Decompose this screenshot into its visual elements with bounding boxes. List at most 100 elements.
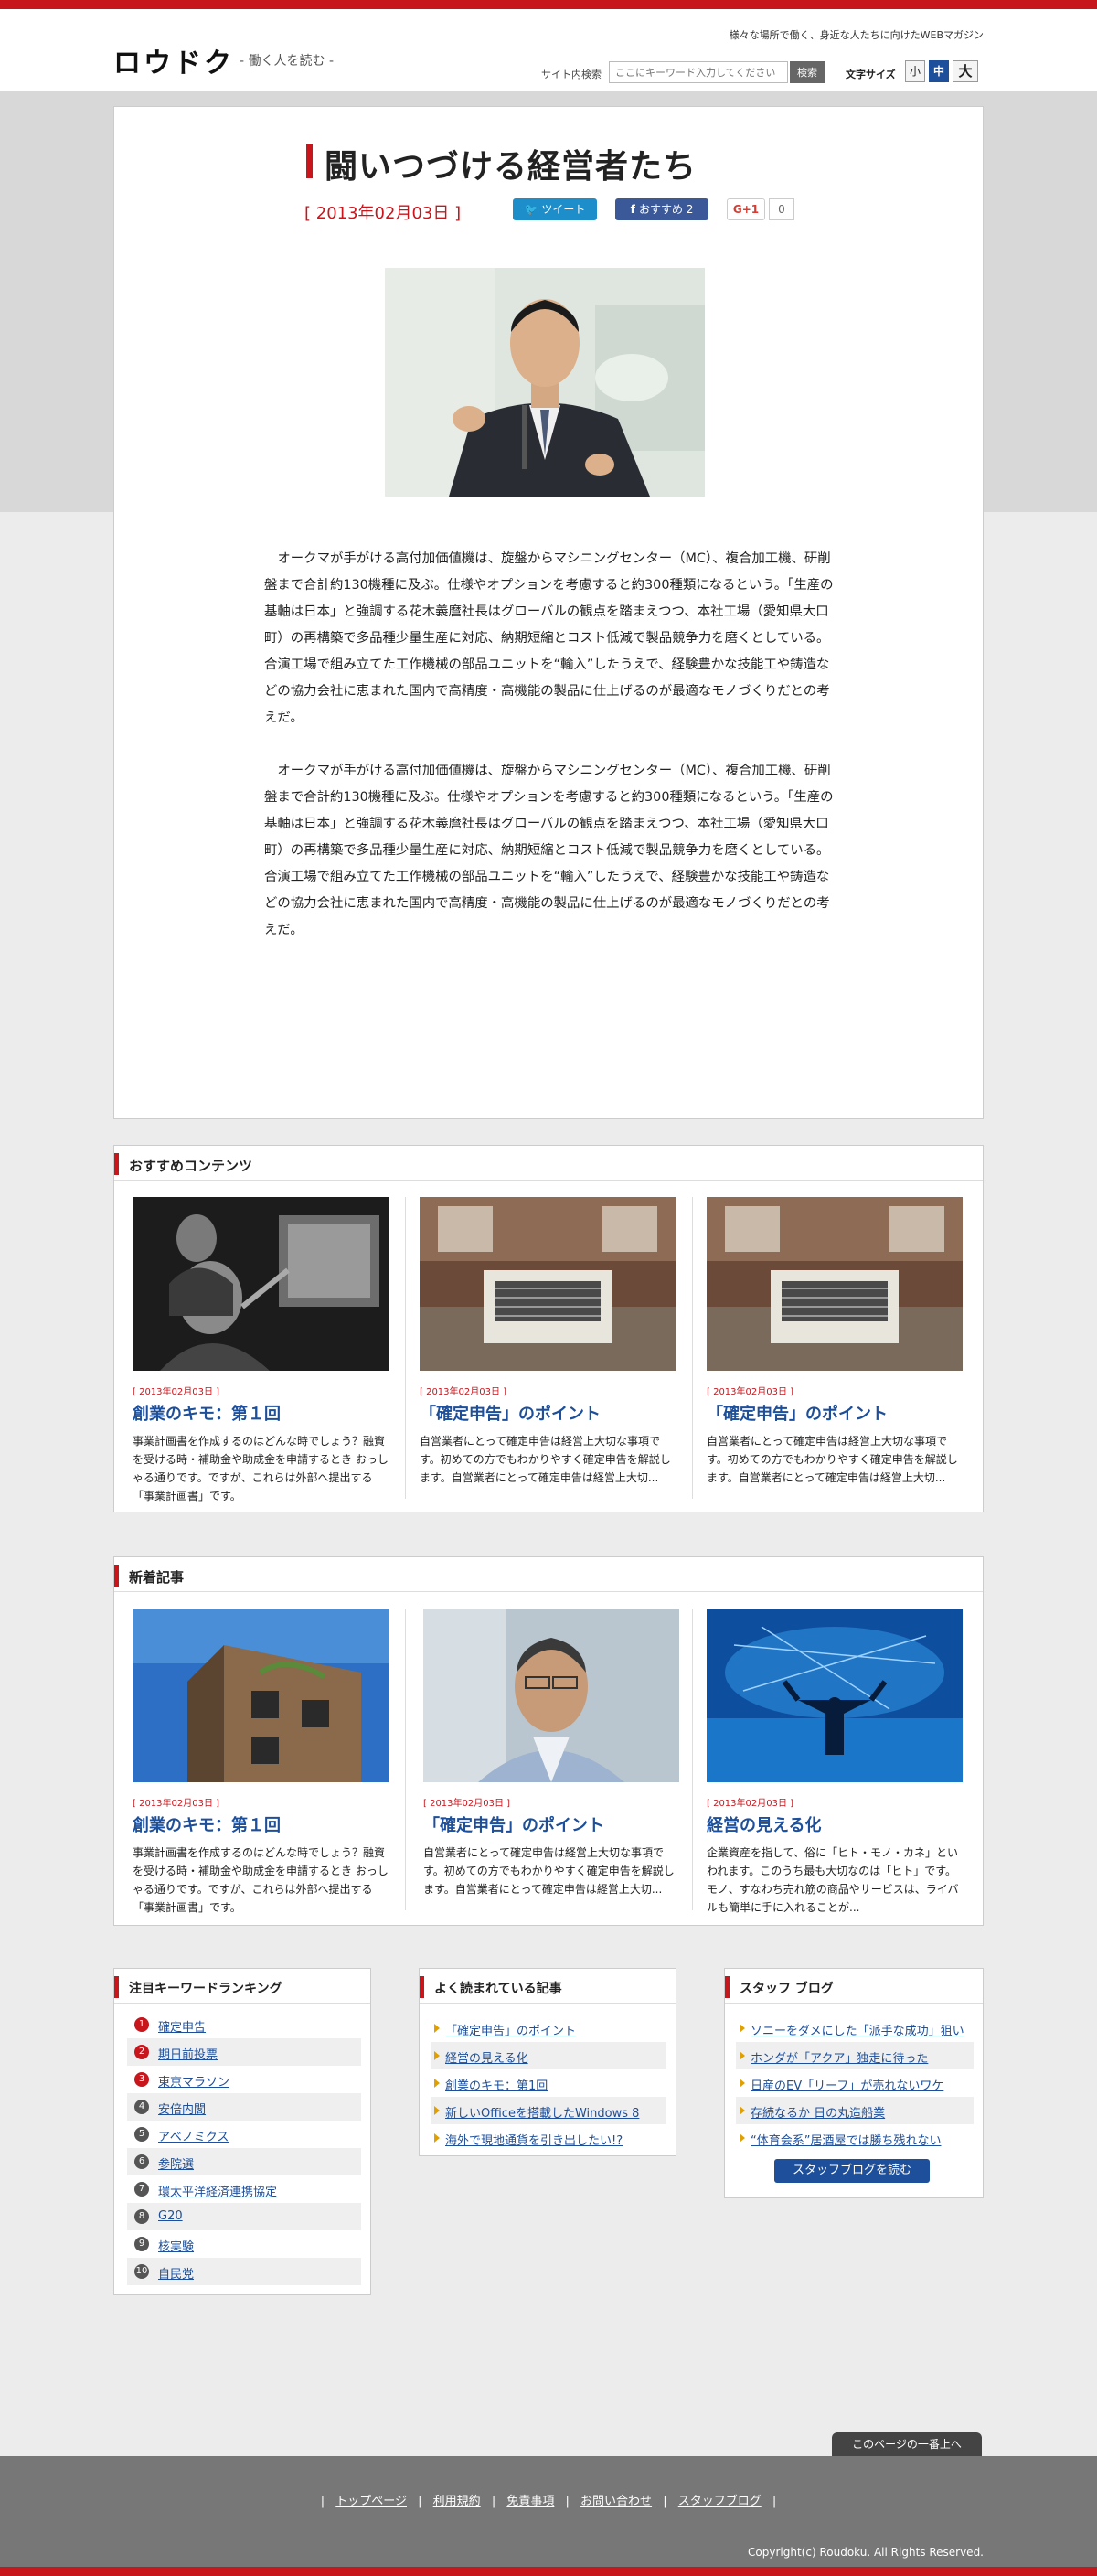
footer-link-contact[interactable]: お問い合わせ (580, 2495, 652, 2508)
arrow-right-icon (434, 2079, 440, 2088)
ranking-item[interactable]: 1 確定申告 (127, 2011, 361, 2038)
ranking-item[interactable]: 10 自民党 (127, 2258, 361, 2285)
rank-badge: 3 (134, 2072, 149, 2087)
blog-item[interactable]: ホンダが「アクア」独走に待った (736, 2042, 974, 2069)
ranking-item[interactable]: 6 参院選 (127, 2148, 361, 2175)
blog-link[interactable]: ホンダが「アクア」独走に待った (751, 2048, 928, 2066)
card-title[interactable]: 創業のキモ：第１回 (133, 1401, 389, 1425)
rank-badge: 9 (134, 2237, 149, 2251)
footer-link-terms[interactable]: 利用規約 (433, 2495, 481, 2508)
copyright: Copyright(c) Roudoku. All Rights Reserve… (748, 2546, 984, 2559)
read-staff-blog-button[interactable]: スタッフブログを読む (774, 2159, 930, 2183)
content-card[interactable]: [ 2013年02月03日 ] 創業のキモ：第１回 事業計画書を作成するのはどん… (133, 1197, 389, 1505)
ranking-link[interactable]: 核実験 (158, 2237, 194, 2254)
thumbnail-grill-restaurant (420, 1197, 676, 1371)
blog-item[interactable]: ソニーをダメにした「派手な成功」狙い (736, 2015, 974, 2042)
card-date: [ 2013年02月03日 ] (133, 1799, 220, 1809)
popular-link[interactable]: 「確定申告」のポイント (445, 2021, 576, 2038)
card-description: 自営業者にとって確定申告は経営上大切な事項です。初めての方でもわかりやすく確定申… (420, 1435, 671, 1484)
arrow-right-icon (434, 2133, 440, 2143)
footer-link-staff-blog[interactable]: スタッフブログ (678, 2495, 762, 2508)
popular-item[interactable]: 経営の見える化 (431, 2042, 666, 2069)
card-title[interactable]: 経営の見える化 (707, 1812, 963, 1836)
ranking-link[interactable]: 自民党 (158, 2264, 194, 2282)
footer-link-top[interactable]: トップページ (335, 2495, 407, 2508)
ranking-link[interactable]: 参院選 (158, 2154, 194, 2172)
search-input[interactable] (609, 61, 788, 83)
tweet-button[interactable]: 🐦 ツイート (513, 198, 597, 220)
search-button[interactable]: 検索 (790, 61, 825, 83)
card-description: 自営業者にとって確定申告は経営上大切な事項です。初めての方でもわかりやすく確定申… (423, 1846, 675, 1896)
facebook-recommend-button[interactable]: f おすすめ 2 (615, 198, 708, 220)
keyword-ranking-widget: 注目キーワードランキング 1 確定申告 2 期日前投票 3 東京マラソン 4 安倍内閣 … (113, 1968, 371, 2295)
popular-item[interactable]: 新しいOfficeを搭載したWindows 8 (431, 2097, 666, 2124)
popular-item[interactable]: 創業のキモ：第1回 (431, 2069, 666, 2097)
ranking-link[interactable]: 確定申告 (158, 2017, 206, 2035)
blog-item[interactable]: 日産のEV「リーフ」が売れないワケ (736, 2069, 974, 2097)
ranking-item[interactable]: 3 東京マラソン (127, 2066, 361, 2093)
card-title[interactable]: 創業のキモ：第１回 (133, 1812, 389, 1836)
article-paragraph: オークマが手がける高付加価値機は、旋盤からマシニングセンター（MC）、複合加工機… (264, 551, 834, 725)
ranking-link[interactable]: 環太平洋経済連携協定 (158, 2182, 277, 2199)
font-size-label: 文字サイズ (846, 69, 896, 80)
popular-item[interactable]: 「確定申告」のポイント (431, 2015, 666, 2042)
rank-badge: 8 (134, 2209, 149, 2224)
ranking-link[interactable]: 期日前投票 (158, 2045, 218, 2062)
article-title: 闘いつづける経営者たち (325, 148, 698, 186)
separator: | (491, 2495, 496, 2508)
popular-link[interactable]: 海外で現地通貨を引き出したい!? (445, 2131, 623, 2148)
popular-item[interactable]: 海外で現地通貨を引き出したい!? (431, 2124, 666, 2152)
card-title[interactable]: 「確定申告」のポイント (420, 1401, 676, 1425)
card-date: [ 2013年02月03日 ] (420, 1387, 507, 1397)
card-title[interactable]: 「確定申告」のポイント (423, 1812, 679, 1836)
popular-list: 「確定申告」のポイント 経営の見える化 創業のキモ：第1回 新しいOfficeを… (420, 2004, 676, 2152)
article-card[interactable]: [ 2013年02月03日 ] 創業のキモ：第１回 事業計画書を作成するのはどん… (133, 1609, 389, 1917)
content-card[interactable]: [ 2013年02月03日 ] 「確定申告」のポイント 自営業者にとって確定申告… (420, 1197, 676, 1505)
ranking-item[interactable]: 7 環太平洋経済連携協定 (127, 2175, 361, 2203)
blog-link[interactable]: ソニーをダメにした「派手な成功」狙い (751, 2021, 964, 2038)
arrow-right-icon (740, 2051, 745, 2060)
separator: | (320, 2495, 325, 2508)
arrow-right-icon (740, 2024, 745, 2033)
footer-link-disclaimer[interactable]: 免責事項 (506, 2495, 554, 2508)
ranking-item[interactable]: 8 G20 (127, 2203, 361, 2230)
card-title[interactable]: 「確定申告」のポイント (707, 1401, 963, 1425)
separator: | (663, 2495, 667, 2508)
widget-title: 注目キーワードランキング (129, 1982, 282, 1996)
main-article: 闘いつづける経営者たち [ 2013年02月03日 ] 🐦 ツイート f おすす… (113, 106, 984, 1119)
ranking-item[interactable]: 9 核実験 (127, 2230, 361, 2258)
popular-link[interactable]: 創業のキモ：第1回 (445, 2076, 548, 2093)
font-size-small-button[interactable]: 小 (905, 60, 925, 82)
ranking-link[interactable]: 安倍内閣 (158, 2100, 206, 2117)
font-size-medium-button[interactable]: 中 (929, 60, 949, 82)
font-size-large-button[interactable]: 大 (953, 60, 978, 82)
ranking-item[interactable]: 2 期日前投票 (127, 2038, 361, 2066)
blog-link[interactable]: “体育会系”居酒屋では勝ち残れない (751, 2131, 941, 2148)
widget-title: スタッフ ブログ (740, 1982, 834, 1996)
site-header: ロウドク - 働く人を読む - 様々な場所で働く、身近な人たちに向けたWEBマガ… (0, 9, 1097, 91)
popular-link[interactable]: 新しいOfficeを搭載したWindows 8 (445, 2103, 639, 2121)
blog-item[interactable]: 存続なるか 日の丸造船業 (736, 2097, 974, 2124)
rank-badge: 5 (134, 2127, 149, 2142)
article-card[interactable]: [ 2013年02月03日 ] 経営の見える化 企業資産を指して、俗に「ヒト・モ… (707, 1609, 963, 1917)
blog-link[interactable]: 日産のEV「リーフ」が売れないワケ (751, 2076, 943, 2093)
card-description: 自営業者にとって確定申告は経営上大切な事項です。初めての方でもわかりやすく確定申… (707, 1435, 958, 1484)
divider (405, 1609, 406, 1910)
ranking-link[interactable]: G20 (158, 2209, 183, 2223)
ranking-link[interactable]: 東京マラソン (158, 2072, 229, 2090)
site-logo[interactable]: ロウドク (113, 40, 234, 80)
top-accent-stripe (0, 0, 1097, 9)
content-card[interactable]: [ 2013年02月03日 ] 「確定申告」のポイント 自営業者にとって確定申告… (707, 1197, 963, 1505)
ranking-item[interactable]: 4 安倍内閣 (127, 2093, 361, 2121)
widget-title: よく読まれている記事 (434, 1982, 562, 1996)
blog-item[interactable]: “体育会系”居酒屋では勝ち残れない (736, 2124, 974, 2152)
blog-link[interactable]: 存続なるか 日の丸造船業 (751, 2103, 885, 2121)
google-plus-button[interactable]: G+1 (727, 198, 765, 220)
thumbnail-grill-restaurant (707, 1197, 963, 1371)
section-accent-bar (114, 1565, 119, 1587)
page-top-button[interactable]: このページの一番上へ (832, 2432, 982, 2456)
ranking-link[interactable]: アベノミクス (158, 2127, 229, 2144)
ranking-item[interactable]: 5 アベノミクス (127, 2121, 361, 2148)
article-card[interactable]: [ 2013年02月03日 ] 「確定申告」のポイント 自営業者にとって確定申告… (423, 1609, 679, 1917)
popular-link[interactable]: 経営の見える化 (445, 2048, 528, 2066)
